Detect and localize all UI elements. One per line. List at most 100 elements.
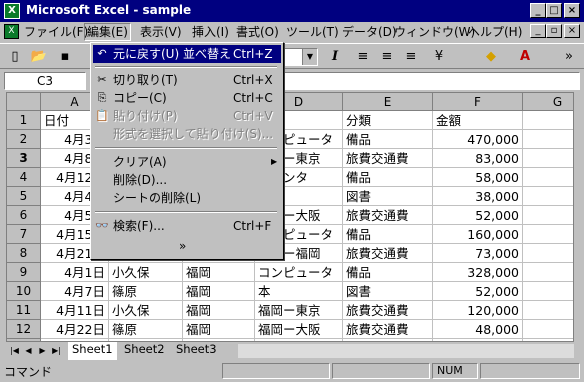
menu-file[interactable]: ファイル(F) (22, 24, 90, 40)
column-header-e[interactable]: E (343, 93, 433, 111)
menu-help[interactable]: ヘルプ(H) (466, 24, 524, 40)
cell-a10[interactable]: 4月7日 (41, 282, 109, 301)
italic-icon[interactable]: I (324, 47, 346, 67)
close-button[interactable]: × (564, 3, 580, 18)
last-sheet-button[interactable]: ▶| (50, 344, 63, 357)
cell-a11[interactable]: 4月11日 (41, 301, 109, 320)
cell-b12[interactable]: 篠原 (109, 320, 183, 339)
cell-g11[interactable] (523, 301, 573, 320)
doc-restore-button[interactable]: ▫ (546, 24, 562, 38)
row-header[interactable]: 1 (7, 111, 41, 130)
cell-f7[interactable]: 160,000 (433, 225, 523, 244)
sheet-tab-3[interactable]: Sheet3 (172, 342, 221, 358)
column-header-g[interactable]: G (523, 93, 573, 111)
save-icon[interactable]: ▪ (54, 47, 76, 67)
cell-f4[interactable]: 58,000 (433, 168, 523, 187)
cell-f2[interactable]: 470,000 (433, 130, 523, 149)
edit-menu-item-6[interactable]: 削除(D)... (93, 171, 281, 189)
edit-menu-item-7[interactable]: シートの削除(L) (93, 189, 281, 207)
name-box[interactable]: C3 (4, 72, 86, 90)
row-header[interactable]: 8 (7, 244, 41, 263)
minimize-button[interactable]: _ (530, 3, 546, 18)
cell-c10[interactable]: 福岡 (183, 282, 255, 301)
cell-a12[interactable]: 4月22日 (41, 320, 109, 339)
excel-app-icon[interactable]: X (4, 3, 20, 19)
doc-minimize-button[interactable]: _ (530, 24, 546, 38)
cell-c11[interactable]: 福岡 (183, 301, 255, 320)
cell-f1[interactable]: 金額 (433, 111, 523, 130)
cell-g8[interactable] (523, 244, 573, 263)
sheet-tab-2[interactable]: Sheet2 (120, 342, 169, 358)
maximize-button[interactable]: □ (546, 3, 562, 18)
chevron-down-icon[interactable]: ▼ (302, 49, 317, 65)
align-center-icon[interactable]: ≡ (376, 47, 398, 67)
cell-g9[interactable] (523, 263, 573, 282)
doc-close-button[interactable]: × (564, 24, 580, 38)
edit-menu-item-9[interactable]: » (93, 237, 281, 255)
cell-b11[interactable]: 小久保 (109, 301, 183, 320)
first-sheet-button[interactable]: |◀ (8, 344, 21, 357)
formula-input[interactable] (284, 72, 580, 90)
menu-window[interactable]: ウィンドウ(W) (392, 24, 477, 40)
cell-f10[interactable]: 52,000 (433, 282, 523, 301)
cell-g1[interactable] (523, 111, 573, 130)
cell-e2[interactable]: 備品 (343, 130, 433, 149)
cell-f8[interactable]: 73,000 (433, 244, 523, 263)
cell-g7[interactable] (523, 225, 573, 244)
column-header-f[interactable]: F (433, 93, 523, 111)
cell-e12[interactable]: 旅費交通費 (343, 320, 433, 339)
cell-e11[interactable]: 旅費交通費 (343, 301, 433, 320)
cell-e3[interactable]: 旅費交通費 (343, 149, 433, 168)
cell-f5[interactable]: 38,000 (433, 187, 523, 206)
cell-g3[interactable] (523, 149, 573, 168)
row-header[interactable]: 7 (7, 225, 41, 244)
cell-e6[interactable]: 旅費交通費 (343, 206, 433, 225)
cell-f12[interactable]: 48,000 (433, 320, 523, 339)
cell-d10[interactable]: 本 (255, 282, 343, 301)
new-icon[interactable]: ▯ (4, 47, 26, 67)
row-header[interactable]: 11 (7, 301, 41, 320)
cell-e9[interactable]: 備品 (343, 263, 433, 282)
align-left-icon[interactable]: ≡ (352, 47, 374, 67)
cell-g10[interactable] (523, 282, 573, 301)
cell-d9[interactable]: コンピュータ (255, 263, 343, 282)
row-header[interactable]: 5 (7, 187, 41, 206)
cell-f3[interactable]: 83,000 (433, 149, 523, 168)
cell-d12[interactable]: 福岡ー大阪 (255, 320, 343, 339)
prev-sheet-button[interactable]: ◀ (22, 344, 35, 357)
cell-f11[interactable]: 120,000 (433, 301, 523, 320)
cell-e4[interactable]: 備品 (343, 168, 433, 187)
menu-view[interactable]: 表示(V) (138, 24, 184, 40)
fill-color-icon[interactable]: ◆ (480, 47, 502, 67)
document-icon[interactable]: X (4, 24, 19, 39)
cell-c12[interactable]: 福岡 (183, 320, 255, 339)
menu-tools[interactable]: ツール(T) (284, 24, 341, 40)
open-icon[interactable]: 📂 (28, 47, 50, 67)
menu-edit[interactable]: 編集(E) (84, 23, 131, 41)
horizontal-scrollbar[interactable] (238, 344, 574, 358)
row-header[interactable]: 12 (7, 320, 41, 339)
edit-menu-item-2[interactable]: ⎘ コピー(C) Ctrl+C (93, 89, 281, 107)
cell-f6[interactable]: 52,000 (433, 206, 523, 225)
row-header[interactable]: 9 (7, 263, 41, 282)
select-all-corner[interactable] (7, 93, 41, 111)
edit-menu-item-0[interactable]: ↶ 元に戻す(U) 並べ替え Ctrl+Z (93, 45, 281, 63)
cell-e5[interactable]: 図書 (343, 187, 433, 206)
toolbar-more-icon[interactable]: » (558, 47, 580, 67)
cell-c9[interactable]: 福岡 (183, 263, 255, 282)
cell-g12[interactable] (523, 320, 573, 339)
cell-g6[interactable] (523, 206, 573, 225)
edit-menu-item-5[interactable]: クリア(A) ▶ (93, 153, 281, 171)
edit-menu-item-8[interactable]: 👓 検索(F)... Ctrl+F (93, 217, 281, 235)
currency-icon[interactable]: ¥ (428, 47, 450, 67)
menu-format[interactable]: 書式(O) (234, 24, 281, 40)
cell-e7[interactable]: 備品 (343, 225, 433, 244)
menu-data[interactable]: データ(D) (340, 24, 399, 40)
cell-b10[interactable]: 篠原 (109, 282, 183, 301)
edit-menu-item-1[interactable]: ✂ 切り取り(T) Ctrl+X (93, 71, 281, 89)
cell-d11[interactable]: 福岡ー東京 (255, 301, 343, 320)
align-right-icon[interactable]: ≡ (400, 47, 422, 67)
font-size-select[interactable]: ▼ (284, 48, 318, 66)
cell-f9[interactable]: 328,000 (433, 263, 523, 282)
row-header[interactable]: 2 (7, 130, 41, 149)
